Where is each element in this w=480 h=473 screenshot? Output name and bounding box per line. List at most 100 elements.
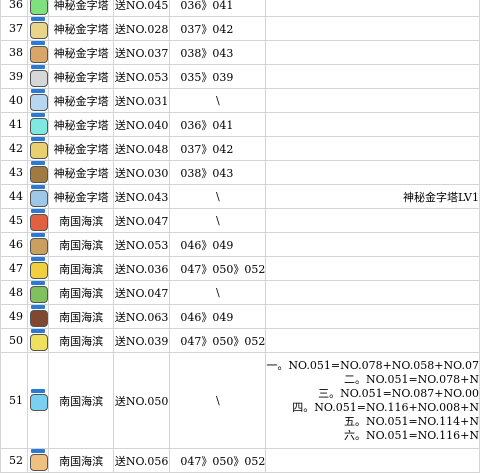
- note-cell: [265, 304, 480, 329]
- row-number: 42: [0, 136, 28, 161]
- send-value: 送NO.053: [112, 64, 171, 89]
- pet-icon-cell: [26, 160, 50, 185]
- pet-icon: [29, 65, 48, 87]
- pet-icon-cell: [26, 0, 50, 17]
- pet-icon: [29, 0, 48, 15]
- row-number: 52: [0, 448, 28, 473]
- pet-badge-icon: [30, 209, 45, 213]
- evolution-route: \: [169, 184, 267, 209]
- note-cell: [265, 280, 480, 305]
- pet-sprite-icon: [29, 93, 48, 111]
- pet-sprite-icon: [29, 333, 48, 351]
- send-value: 送NO.047: [112, 208, 171, 233]
- row-number: 49: [0, 304, 28, 329]
- row-number: 47: [0, 256, 28, 281]
- evolution-route: \: [169, 208, 267, 233]
- pet-icon-cell: [26, 136, 50, 161]
- pet-sprite-icon: [29, 213, 48, 231]
- pet-icon-cell: [26, 304, 50, 329]
- send-value: 送NO.031: [112, 88, 171, 113]
- pet-sprite-icon: [29, 117, 48, 135]
- table-row: 40 神秘金字塔 送NO.031 \: [0, 88, 480, 113]
- pet-badge-icon: [30, 449, 45, 453]
- pet-badge-icon: [30, 17, 45, 21]
- table-row: 50 南国海滨 送NO.039 047》050》052: [0, 328, 480, 353]
- pet-icon: [29, 257, 48, 279]
- row-number: 50: [0, 328, 28, 353]
- pet-badge-icon: [30, 113, 45, 117]
- fusion-formula: 四。NO.051=NO.116+NO.008+N: [292, 400, 479, 414]
- evolution-route: 038》043: [169, 40, 267, 65]
- note-cell: [265, 88, 480, 113]
- area-name: 南国海滨: [48, 256, 114, 281]
- send-value: 送NO.056: [112, 448, 171, 473]
- table-row: 43 神秘金字塔 送NO.030 038》043: [0, 160, 480, 185]
- pet-sprite-icon: [29, 393, 48, 411]
- row-number: 48: [0, 280, 28, 305]
- note-cell: [265, 0, 480, 17]
- row-number: 44: [0, 184, 28, 209]
- fusion-formula: 三。NO.051=NO.087+NO.00: [318, 386, 479, 400]
- row-number: 45: [0, 208, 28, 233]
- pet-badge-icon: [30, 65, 45, 69]
- pet-icon-cell: [26, 40, 50, 65]
- note-text: 神秘金字塔LV1: [403, 190, 479, 204]
- table-row: 46 南国海滨 送NO.053 046》049: [0, 232, 480, 257]
- send-value: 送NO.045: [112, 0, 171, 17]
- area-name: 神秘金字塔: [48, 160, 114, 185]
- row-number: 40: [0, 88, 28, 113]
- fusion-formula: 五。NO.051=NO.114+N: [343, 414, 479, 428]
- row-number: 43: [0, 160, 28, 185]
- pet-icon: [29, 388, 48, 411]
- evolution-route: \: [169, 88, 267, 113]
- pet-icon-cell: [26, 64, 50, 89]
- pet-sprite-icon: [29, 237, 48, 255]
- evolution-route: 035》039: [169, 64, 267, 89]
- area-name: 神秘金字塔: [48, 40, 114, 65]
- area-name: 南国海滨: [48, 328, 114, 353]
- pet-sprite-icon: [29, 21, 48, 39]
- area-name: 南国海滨: [48, 232, 114, 257]
- table-row: 41 神秘金字塔 送NO.040 036》041: [0, 112, 480, 137]
- note-cell: [265, 136, 480, 161]
- pet-badge-icon: [30, 137, 45, 141]
- pet-icon: [29, 113, 48, 135]
- pet-sprite-icon: [29, 189, 48, 207]
- area-name: 南国海滨: [48, 352, 114, 449]
- note-cell: [265, 232, 480, 257]
- evolution-route: 046》049: [169, 232, 267, 257]
- row-number: 37: [0, 16, 28, 41]
- row-number: 39: [0, 64, 28, 89]
- pet-icon-cell: [26, 16, 50, 41]
- table-row: 49 南国海滨 送NO.063 046》049: [0, 304, 480, 329]
- row-number: 51: [0, 352, 28, 449]
- area-name: 神秘金字塔: [48, 16, 114, 41]
- send-value: 送NO.053: [112, 232, 171, 257]
- area-name: 神秘金字塔: [48, 64, 114, 89]
- table-row: 47 南国海滨 送NO.036 047》050》052: [0, 256, 480, 281]
- evolution-route: 046》049: [169, 304, 267, 329]
- evolution-route: 047》050》052: [169, 328, 267, 353]
- note-cell: 神秘金字塔LV1: [265, 184, 480, 209]
- area-name: 神秘金字塔: [48, 0, 114, 17]
- send-value: 送NO.040: [112, 112, 171, 137]
- pet-icon-cell: [26, 352, 50, 449]
- pet-icon: [29, 209, 48, 231]
- area-name: 南国海滨: [48, 208, 114, 233]
- pet-sprite-icon: [29, 261, 48, 279]
- pet-icon: [29, 89, 48, 111]
- fusion-formula: 六。NO.051=NO.116+N: [343, 428, 479, 442]
- send-value: 送NO.050: [112, 352, 171, 449]
- pet-table: 36 神秘金字塔 送NO.045 036》041 37 神秘金字塔 送NO.028 037》0…: [0, 0, 480, 473]
- table-row: 51 南国海滨 送NO.050 \ 一。NO.051=NO.078+NO.058+NO.…: [0, 352, 480, 449]
- pet-sprite-icon: [29, 165, 48, 183]
- row-number: 46: [0, 232, 28, 257]
- pet-icon-cell: [26, 184, 50, 209]
- evolution-route: 038》043: [169, 160, 267, 185]
- fusion-formula: 二。NO.051=NO.078+N: [343, 372, 479, 386]
- note-cell: [265, 256, 480, 281]
- pet-icon: [29, 281, 48, 303]
- fusion-formula-list: 一。NO.051=NO.078+NO.058+NO.07 二。NO.051=NO.…: [267, 359, 479, 443]
- send-value: 送NO.048: [112, 136, 171, 161]
- send-value: 送NO.030: [112, 160, 171, 185]
